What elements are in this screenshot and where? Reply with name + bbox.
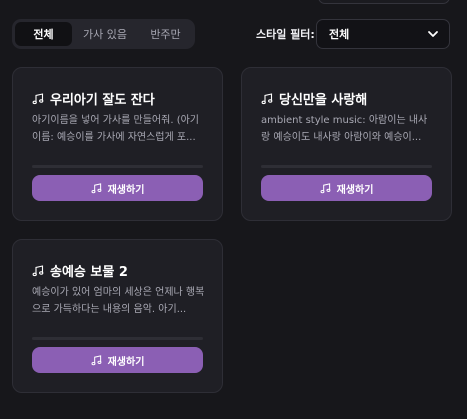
dropdown-menu-edge <box>318 0 450 4</box>
page: 전체 가사 있음 반주만 스타일 필터: 전체 우리아기 잘도 잔다 아기이름을… <box>0 0 467 419</box>
play-button[interactable]: 재생하기 <box>261 175 432 201</box>
play-button[interactable]: 재생하기 <box>32 175 203 201</box>
play-button-label: 재생하기 <box>336 184 374 196</box>
play-button-label: 재생하기 <box>107 356 145 368</box>
song-title: 송예승 보물 2 <box>32 261 212 280</box>
song-card: 송예승 보물 2 예승이가 있어 엄마의 세상은 언제나 행복으로 가득하다는 … <box>12 239 223 393</box>
music-note-icon <box>320 182 330 193</box>
song-card: 당신만을 사랑해 ambient style music: 아람이는 내사랑 예… <box>241 67 452 221</box>
tab-all[interactable]: 전체 <box>15 22 72 46</box>
song-title-text: 당신만을 사랑해 <box>279 93 368 108</box>
play-button-label: 재생하기 <box>107 184 145 196</box>
music-note-icon <box>32 92 44 104</box>
music-note-icon <box>32 264 44 276</box>
tab-with-lyrics[interactable]: 가사 있음 <box>74 22 136 46</box>
chevron-down-icon <box>428 31 438 37</box>
style-filter-select[interactable]: 전체 <box>316 19 450 49</box>
song-title-text: 송예승 보물 2 <box>50 265 128 280</box>
song-title: 당신만을 사랑해 <box>261 89 441 108</box>
song-card: 우리아기 잘도 잔다 아기이름을 넣어 가사를 만들어줘. (아기이름: 예승이… <box>12 67 223 221</box>
music-note-icon <box>91 354 101 365</box>
card-divider <box>32 165 203 168</box>
style-filter-value: 전체 <box>329 28 350 41</box>
music-note-icon <box>261 92 273 104</box>
song-description: 아기이름을 넣어 가사를 만들어줘. (아기이름: 예승이를 가사에 자연스럽게… <box>32 115 199 143</box>
style-filter-label: 스타일 필터: <box>256 28 315 41</box>
card-divider <box>32 337 203 340</box>
play-button[interactable]: 재생하기 <box>32 347 203 373</box>
song-description: ambient style music: 아람이는 내사랑 예승이도 내사랑 아… <box>261 115 428 143</box>
lyrics-filter-tabs: 전체 가사 있음 반주만 <box>12 19 195 49</box>
music-note-icon <box>91 182 101 193</box>
song-title: 우리아기 잘도 잔다 <box>32 89 212 108</box>
song-description: 예승이가 있어 엄마의 세상은 언제나 행복으로 가득하다는 내용의 음악. 아… <box>32 287 205 315</box>
song-title-text: 우리아기 잘도 잔다 <box>50 93 155 108</box>
tab-instrumental[interactable]: 반주만 <box>138 22 193 46</box>
card-divider <box>261 165 432 168</box>
